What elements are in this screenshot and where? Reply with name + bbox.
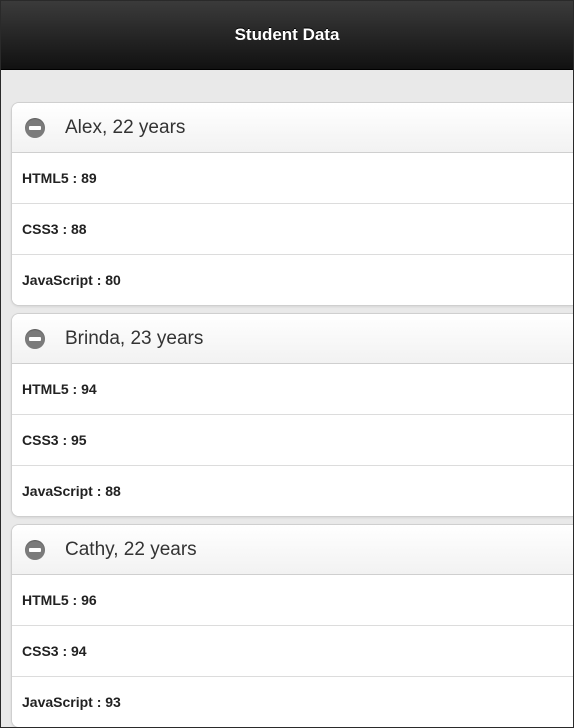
minus-circle-icon [25, 539, 45, 560]
collapsible-header-alex[interactable]: Alex, 22 years [12, 103, 573, 153]
collapsible-header-cathy[interactable]: Cathy, 22 years [12, 525, 573, 575]
minus-circle-icon [25, 328, 45, 349]
student-collapsible-cathy: Cathy, 22 years HTML5 : 96 CSS3 : 94 Jav… [11, 524, 573, 727]
score-row-html5: HTML5 : 89 [12, 153, 573, 204]
minus-circle-icon [25, 117, 45, 138]
collapsible-header-brinda[interactable]: Brinda, 23 years [12, 314, 573, 364]
collapsible-heading: Cathy, 22 years [65, 538, 197, 560]
score-row-css3: CSS3 : 94 [12, 626, 573, 677]
student-collapsible-alex: Alex, 22 years HTML5 : 89 CSS3 : 88 Java… [11, 102, 573, 306]
score-row-html5: HTML5 : 94 [12, 364, 573, 415]
score-row-javascript: JavaScript : 80 [12, 255, 573, 305]
score-row-css3: CSS3 : 88 [12, 204, 573, 255]
score-row-css3: CSS3 : 95 [12, 415, 573, 466]
collapsible-heading: Brinda, 23 years [65, 327, 204, 349]
collapsible-heading: Alex, 22 years [65, 116, 186, 138]
student-collapsible-brinda: Brinda, 23 years HTML5 : 94 CSS3 : 95 Ja… [11, 313, 573, 517]
app-frame: Student Data Alex, 22 years HTML5 : 89 C… [0, 0, 574, 728]
score-row-javascript: JavaScript : 88 [12, 466, 573, 516]
header-bar: Student Data [1, 1, 573, 70]
score-row-javascript: JavaScript : 93 [12, 677, 573, 727]
page-title: Student Data [234, 25, 340, 44]
score-row-html5: HTML5 : 96 [12, 575, 573, 626]
content-area: Alex, 22 years HTML5 : 89 CSS3 : 88 Java… [1, 70, 573, 727]
